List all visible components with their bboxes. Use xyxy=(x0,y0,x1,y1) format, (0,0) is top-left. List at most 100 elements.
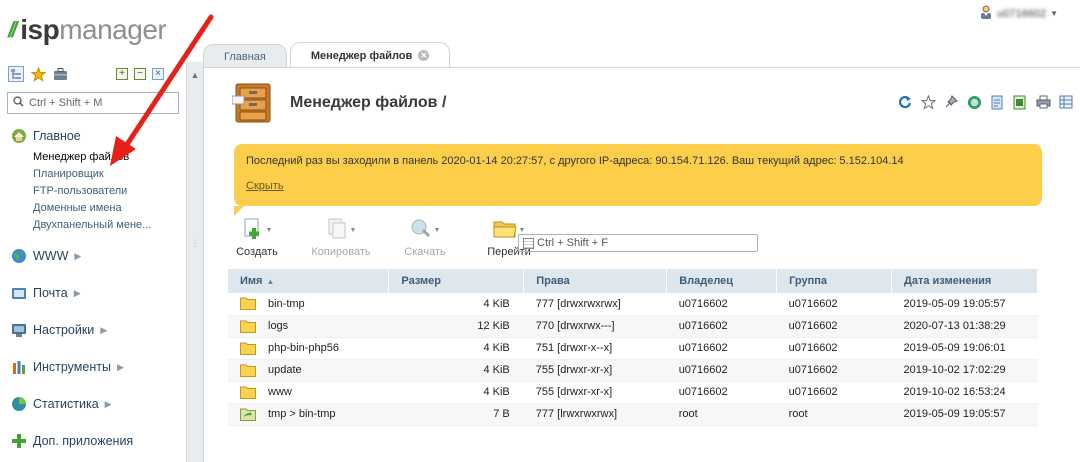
table-settings-icon[interactable] xyxy=(1058,94,1074,110)
collapse-all-icon[interactable]: − xyxy=(134,68,146,80)
cell-owner: u0716602 xyxy=(666,381,777,404)
tab-bar: Главная Менеджер файлов ✕ xyxy=(203,42,451,68)
file-name: www xyxy=(268,386,292,398)
cell-group: u0716602 xyxy=(776,359,892,382)
sidebar-section-www[interactable]: WWW ▶ xyxy=(10,246,186,266)
app-root: // isp manager u0716602 ▼ + − × Ctrl + S… xyxy=(0,0,1080,462)
cell-size: 4 KiB xyxy=(388,381,524,404)
close-icon[interactable]: ✕ xyxy=(418,50,430,61)
pin-icon[interactable] xyxy=(943,94,959,110)
cell-perms: 777 [drwxrwxrwx] xyxy=(523,293,667,316)
refresh-icon[interactable] xyxy=(897,94,913,110)
column-header-label: Размер xyxy=(401,275,442,287)
user-avatar-icon xyxy=(979,5,993,22)
chevron-right-icon: ▶ xyxy=(73,287,81,298)
logo-mark: // xyxy=(8,17,17,42)
briefcase-icon[interactable] xyxy=(52,66,68,82)
copy-button[interactable]: ▼ Копировать xyxy=(308,218,374,258)
file-cabinet-icon xyxy=(231,82,276,124)
sidebar-section-tools[interactable]: Инструменты ▶ xyxy=(10,357,186,377)
tab-home[interactable]: Главная xyxy=(203,44,287,68)
notice-text: Последний раз вы заходили в панель 2020-… xyxy=(246,155,904,167)
logo-isp-text: isp xyxy=(20,14,60,45)
column-header-name[interactable]: Имя ▲ xyxy=(228,269,390,293)
sidebar-item-scheduler[interactable]: Планировщик xyxy=(33,166,186,183)
new-file-icon xyxy=(242,218,264,243)
cell-group: root xyxy=(776,403,892,426)
table-row[interactable]: php-bin-php56 4 KiB 751 [drwxr-x--x] u07… xyxy=(228,337,1038,360)
plus-icon xyxy=(10,433,27,450)
sidebar-section-label: Доп. приложения xyxy=(33,434,134,448)
collapse-handle-icon: ⋮ xyxy=(190,238,200,248)
cell-owner: u0716602 xyxy=(666,337,777,360)
sidebar-section-stats[interactable]: Статистика ▶ xyxy=(10,394,186,414)
sidebar-item-domains[interactable]: Доменные имена xyxy=(33,200,186,217)
sidebar-section-mail[interactable]: Почта ▶ xyxy=(10,283,186,303)
sidebar-item-ftp-users[interactable]: FTP-пользователи xyxy=(33,183,186,200)
spreadsheet-icon[interactable] xyxy=(1012,94,1028,110)
chevron-down-icon: ▼ xyxy=(433,226,441,234)
app-logo[interactable]: // isp manager xyxy=(8,14,167,46)
tree-view-icon[interactable] xyxy=(8,66,24,82)
star-icon[interactable] xyxy=(920,94,936,110)
download-icon xyxy=(410,218,432,243)
column-header-owner[interactable]: Владелец xyxy=(666,269,778,293)
cell-group: u0716602 xyxy=(776,337,892,360)
table-row[interactable]: logs 12 KiB 770 [drwxrwx---] u0716602 u0… xyxy=(228,315,1038,338)
table-row[interactable]: bin-tmp 4 KiB 777 [drwxrwxrwx] u0716602 … xyxy=(228,293,1038,316)
cell-name: bin-tmp xyxy=(228,293,389,316)
cell-name: www xyxy=(228,381,389,404)
chevron-right-icon: ▶ xyxy=(74,250,82,261)
sidebar-section-settings[interactable]: Настройки ▶ xyxy=(10,320,186,340)
download-button[interactable]: ▼ Скачать xyxy=(392,218,458,258)
cell-name: update xyxy=(228,359,389,382)
file-name: tmp > bin-tmp xyxy=(268,408,336,420)
column-header-group[interactable]: Группа xyxy=(776,269,893,293)
sidebar-section-label: WWW xyxy=(33,249,69,263)
print-icon[interactable] xyxy=(1035,94,1051,110)
document-icon[interactable] xyxy=(989,94,1005,110)
sidebar-collapse-bar[interactable]: ▲ ⋮ xyxy=(186,62,204,462)
table-filter-input[interactable]: Ctrl + Shift + F xyxy=(518,234,758,252)
tab-file-manager[interactable]: Менеджер файлов ✕ xyxy=(289,42,451,68)
column-header-label: Владелец xyxy=(679,275,734,287)
column-header-date[interactable]: Дата изменения xyxy=(891,269,1038,293)
sidebar-section-apps[interactable]: Доп. приложения xyxy=(10,431,186,451)
sidebar-search-input[interactable]: Ctrl + Shift + M xyxy=(7,92,179,114)
cell-size: 4 KiB xyxy=(388,359,524,382)
chevron-up-icon: ▲ xyxy=(190,70,200,80)
table-row[interactable]: update 4 KiB 755 [drwxr-xr-x] u0716602 u… xyxy=(228,359,1038,382)
file-name: bin-tmp xyxy=(268,297,305,310)
home-icon xyxy=(10,128,27,145)
column-header-perms[interactable]: Права xyxy=(523,269,668,293)
create-button[interactable]: ▼ Создать xyxy=(224,218,290,258)
file-name: update xyxy=(268,364,302,376)
user-menu[interactable]: u0716602 ▼ xyxy=(979,5,1058,22)
cell-perms: 777 [lrwxrwxrwx] xyxy=(523,403,667,426)
cell-name: tmp > bin-tmp xyxy=(228,403,389,426)
copy-icon xyxy=(326,218,348,243)
sidebar-section-label: Настройки xyxy=(33,323,95,337)
logo-manager-text: manager xyxy=(59,14,167,45)
create-label: Создать xyxy=(236,246,278,258)
sidebar-item-two-panel-manager[interactable]: Двухпанельный мене... xyxy=(33,217,186,234)
favorites-star-icon[interactable] xyxy=(30,66,46,82)
chevron-down-icon: ▼ xyxy=(265,226,273,234)
sidebar-section-main[interactable]: Главное xyxy=(10,126,186,146)
table-row[interactable]: www 4 KiB 755 [drwxr-xr-x] u0716602 u071… xyxy=(228,381,1038,404)
notice-hide-link[interactable]: Скрыть xyxy=(246,180,284,192)
table-row[interactable]: tmp > bin-tmp 7 B 777 [lrwxrwxrwx] root … xyxy=(228,403,1038,426)
column-header-size[interactable]: Размер xyxy=(388,269,525,293)
tab-label: Менеджер файлов xyxy=(310,49,413,62)
cell-date: 2019-05-09 19:05:57 xyxy=(891,293,1038,316)
sidebar-item-file-manager[interactable]: Менеджер файлов xyxy=(33,149,186,166)
folder-icon xyxy=(240,386,256,399)
cell-group: u0716602 xyxy=(776,293,892,316)
expand-all-icon[interactable]: + xyxy=(116,68,128,80)
chevron-right-icon: ▶ xyxy=(116,361,124,372)
sidebar-section-label: Почта xyxy=(33,286,68,300)
action-toolbar: ▼ Создать ▼ Копировать ▼ Скачать ▼ Перей… xyxy=(224,218,560,258)
file-name: php-bin-php56 xyxy=(268,342,339,354)
sidebar-settings-icon[interactable]: × xyxy=(152,68,164,80)
globe-help-icon[interactable] xyxy=(966,94,982,110)
